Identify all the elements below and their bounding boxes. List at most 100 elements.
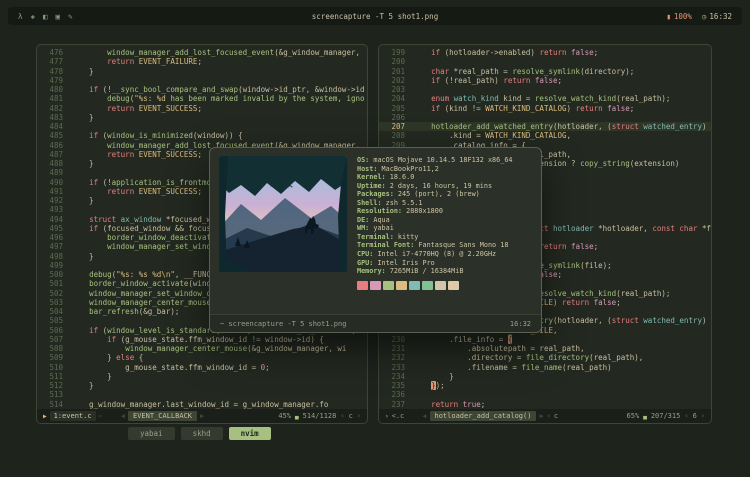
- wallpaper-art-image: [219, 156, 347, 272]
- line-text: window_manager_add_lost_focused_event(&g…: [107, 48, 360, 57]
- fetch-label: Memory:: [357, 267, 386, 276]
- line-text: enum watch_kind kind = resolve_watch_kin…: [431, 94, 671, 104]
- powerline-arrow-icon: ▶: [98, 411, 103, 420]
- code-line: 202 if (!real_path) return false;: [379, 76, 711, 85]
- fetch-line: Kernel: 18.6.0: [357, 173, 532, 182]
- line-number: 513: [49, 390, 63, 400]
- fetch-label: Packages:: [357, 190, 394, 199]
- line-number: 511: [49, 371, 63, 381]
- current-function-label: hotloader_add_catalog(): [429, 411, 537, 421]
- line-text: .file_info = {: [413, 334, 513, 344]
- line-number: 514: [49, 399, 63, 409]
- line-number: 502: [49, 288, 63, 298]
- line-text: [413, 113, 711, 122]
- topbar-icon[interactable]: λ: [18, 12, 23, 21]
- code-line: 507 if (g_mouse_state.ffm_window_id != w…: [37, 335, 367, 344]
- color-swatch: [435, 280, 446, 290]
- code-line: 510 g_mouse_state.ffm_window_id = 0;: [37, 363, 367, 372]
- fetch-line: Terminal Font: Fantasque Sans Mono 18: [357, 241, 532, 250]
- fetch-value: MacBookPro11,2: [377, 164, 439, 173]
- tmux-tab[interactable]: yabai: [128, 427, 175, 440]
- terminal-tab-title: ~ screencapture -T 5 shot1.png: [220, 319, 347, 328]
- battery-percent: 100%: [673, 11, 692, 21]
- fetch-value: Aqua: [369, 215, 390, 224]
- line-number: 205: [391, 103, 405, 113]
- line-number: 500: [49, 270, 63, 279]
- angle-left-icon: ‹: [340, 412, 345, 420]
- clock: ◷ 16:32: [702, 12, 732, 21]
- fetch-value: 2 days, 16 hours, 19 mins: [385, 181, 493, 190]
- fetch-label: WM:: [357, 224, 370, 233]
- line-number: 208: [391, 131, 405, 141]
- angle-left-icon: ‹: [684, 412, 689, 420]
- tmux-tab[interactable]: skhd: [180, 427, 223, 440]
- line-number: 230: [391, 334, 405, 344]
- color-swatch: [370, 280, 381, 290]
- angle-right-icon: ›: [700, 412, 705, 420]
- code-line: 233 .filename = file_name(real_path): [379, 363, 711, 372]
- fetch-value: zsh 5.5.1: [381, 198, 423, 207]
- fetch-label: Uptime:: [357, 181, 386, 190]
- filetype-label: c: [348, 412, 353, 420]
- line-text: if (!__sync_bool_compare_and_swap(window…: [89, 85, 365, 94]
- line-number: 480: [49, 85, 63, 94]
- fetch-line: DE: Aqua: [357, 216, 532, 225]
- line-number: 477: [49, 57, 63, 67]
- fetch-value: yabai: [369, 224, 394, 233]
- line-text: [413, 57, 711, 66]
- topbar-icon[interactable]: ▣: [56, 12, 61, 21]
- fetch-label: OS:: [357, 156, 370, 164]
- fetch-value: Intel i7-4770HQ (8) @ 2.20GHz: [373, 250, 497, 259]
- code-line: 483 }: [37, 113, 367, 122]
- code-line: 511 }: [37, 372, 367, 381]
- line-text: return EVENT_FAILURE;: [107, 57, 202, 67]
- fetch-line: Packages: 245 (port), 2 (brew): [357, 190, 532, 199]
- line-number: 507: [49, 334, 63, 344]
- fetch-label: Terminal Font:: [357, 241, 415, 250]
- floating-terminal-window[interactable]: OS: macOS Mojave 10.14.5 18F132 x86_64 H…: [209, 147, 542, 333]
- code-line: 207 hotloader_add_watched_entry(hotloade…: [379, 122, 711, 132]
- line-number: 484: [49, 122, 63, 131]
- line-number: 236: [391, 390, 405, 400]
- cursor-position: 514/1128: [302, 412, 337, 420]
- line-number: 506: [49, 325, 63, 335]
- line-text: g_mouse_state.ffm_window_id = 0;: [71, 362, 270, 372]
- code-line: 480 if (!__sync_bool_compare_and_swap(wi…: [37, 85, 367, 94]
- code-line: 232 .directory = file_directory(real_pat…: [379, 353, 711, 362]
- line-text: debug("%s: %d has been marked invalid by…: [107, 94, 365, 104]
- fetch-line: Resolution: 2880x1800: [357, 207, 532, 216]
- line-number: 493: [49, 205, 63, 215]
- topbar-icon[interactable]: ◧: [43, 12, 48, 21]
- line-number: 487: [49, 149, 63, 159]
- line-number: 494: [49, 214, 63, 224]
- line-number: 510: [49, 362, 63, 372]
- line-number: 491: [49, 186, 63, 196]
- code-line: 208 .kind = WATCH_KIND_CATALOG,: [379, 131, 711, 140]
- color-swatch: [357, 280, 368, 290]
- code-line: 509 } else {: [37, 353, 367, 362]
- line-number: 231: [391, 344, 405, 353]
- fetch-value: 245 (port), 2 (brew): [393, 190, 480, 199]
- line-text: if (hotloader->enabled) return false;: [431, 48, 599, 57]
- line-text: hotloader_add_watched_entry(hotloader, (…: [431, 122, 707, 131]
- scroll-progress-icon: ▄: [295, 412, 299, 420]
- line-number: 499: [49, 260, 63, 270]
- topbar-icon[interactable]: ✎: [68, 12, 73, 21]
- fetch-label: Kernel:: [357, 173, 386, 182]
- line-text: if (window_is_minimized(window)) {: [89, 131, 243, 141]
- code-line: 200: [379, 57, 711, 66]
- tmux-tab[interactable]: nvim: [228, 427, 271, 440]
- line-number: 232: [391, 353, 405, 363]
- clock-icon: ◷: [701, 11, 707, 21]
- line-text: [71, 122, 367, 131]
- fetch-label: CPU:: [357, 250, 374, 259]
- code-line: 482 return EVENT_SUCCESS;: [37, 104, 367, 113]
- code-line: 476 window_manager_add_lost_focused_even…: [37, 48, 367, 57]
- buffer-number: 6: [692, 412, 697, 420]
- code-line: 235 });: [379, 381, 711, 390]
- code-line: 201 char *real_path = resolve_symlink(di…: [379, 67, 711, 76]
- color-swatch: [448, 280, 459, 290]
- topbar-icon[interactable]: ◈: [31, 12, 36, 21]
- line-text: if (g_mouse_state.ffm_window_id != windo…: [107, 334, 324, 344]
- code-line: 479: [37, 76, 367, 85]
